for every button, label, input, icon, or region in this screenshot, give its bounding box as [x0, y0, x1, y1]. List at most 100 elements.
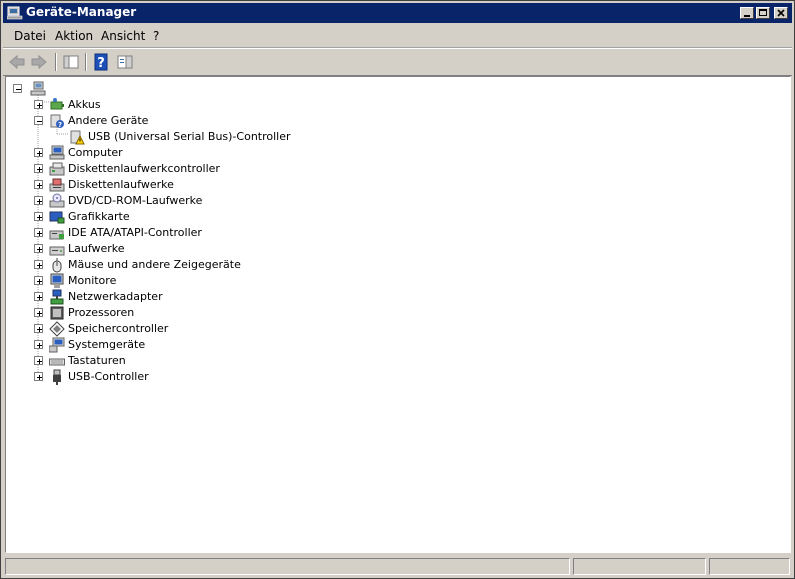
tree-node-label[interactable]: Speichercontroller	[68, 322, 168, 335]
keyboard-icon	[49, 358, 65, 366]
tree-node-label[interactable]: Diskettenlaufwerkcontroller	[68, 162, 220, 175]
tree-node-label[interactable]: USB (Universal Serial Bus)-Controller	[88, 130, 291, 143]
menu-aktion[interactable]: Aktion	[55, 29, 93, 43]
display-adapter-icon	[49, 211, 65, 224]
tree-category-node[interactable]: ? Andere Geräte	[6, 113, 506, 129]
expand-toggle[interactable]	[34, 308, 43, 317]
show-hide-tree-button[interactable]	[61, 53, 81, 71]
minimize-button[interactable]	[740, 7, 754, 19]
expand-toggle[interactable]	[34, 164, 43, 173]
disk-drive-icon	[49, 246, 65, 256]
plus-icon	[37, 311, 42, 316]
close-button[interactable]	[774, 7, 788, 19]
floppy-controller-icon	[49, 162, 65, 176]
tree-category-node[interactable]: Laufwerke	[6, 241, 506, 257]
collapse-toggle[interactable]	[13, 84, 22, 93]
help-button[interactable]: ?	[91, 53, 111, 71]
expand-toggle[interactable]	[34, 340, 43, 349]
tree-node-label[interactable]: Monitore	[68, 274, 116, 287]
tree-category-node[interactable]: DVD/CD-ROM-Laufwerke	[6, 193, 506, 209]
floppy-drive-icon	[49, 178, 65, 192]
tree-category-node[interactable]: Netzwerkadapter	[6, 289, 506, 305]
cdrom-icon	[49, 193, 65, 208]
tree-node-label[interactable]: Diskettenlaufwerke	[68, 178, 174, 191]
tree-category-node[interactable]: Diskettenlaufwerke	[6, 177, 506, 193]
plus-icon	[37, 231, 42, 236]
status-bar	[3, 556, 792, 576]
expand-toggle[interactable]	[34, 244, 43, 253]
tree-node-label[interactable]: Tastaturen	[68, 354, 126, 367]
tree-node-label[interactable]: Netzwerkadapter	[68, 290, 163, 303]
properties-view-button[interactable]	[115, 53, 135, 71]
expand-toggle[interactable]	[34, 292, 43, 301]
tree-category-node[interactable]: Mäuse und andere Zeigegeräte	[6, 257, 506, 273]
show-hide-tree-icon	[63, 55, 79, 69]
tree-category-node[interactable]: Grafikkarte	[6, 209, 506, 225]
tree-category-node[interactable]: IDE ATA/ATAPI-Controller	[6, 225, 506, 241]
expand-toggle[interactable]	[34, 324, 43, 333]
status-panel-main	[5, 558, 570, 575]
expand-toggle[interactable]	[34, 196, 43, 205]
tree-node-label[interactable]: Computer	[68, 146, 123, 159]
processor-icon	[50, 306, 64, 320]
mouse-icon	[52, 258, 62, 273]
forward-button[interactable]	[29, 53, 49, 71]
tree-category-node[interactable]: Computer	[6, 145, 506, 161]
tree-category-node[interactable]: Monitore	[6, 273, 506, 289]
tree-node-label[interactable]: IDE ATA/ATAPI-Controller	[68, 226, 202, 239]
plus-icon	[37, 295, 42, 300]
tree-node-label[interactable]: USB-Controller	[68, 370, 149, 383]
expand-toggle[interactable]	[34, 212, 43, 221]
tree-category-node[interactable]: Systemgeräte	[6, 337, 506, 353]
toolbar-separator	[55, 53, 57, 71]
tree-node-label[interactable]: Laufwerke	[68, 242, 125, 255]
collapse-toggle[interactable]	[34, 116, 43, 125]
tree-category-node[interactable]: Tastaturen	[6, 353, 506, 369]
tree-category-node[interactable]: Speichercontroller	[6, 321, 506, 337]
maximize-button[interactable]	[756, 7, 770, 19]
expand-toggle[interactable]	[34, 356, 43, 365]
usb-icon	[53, 369, 61, 385]
maximize-icon	[759, 9, 767, 16]
tree-node-label[interactable]: DVD/CD-ROM-Laufwerke	[68, 194, 202, 207]
tree-node-label[interactable]: Prozessoren	[68, 306, 134, 319]
tree-child-node[interactable]: USB (Universal Serial Bus)-Controller	[6, 129, 506, 145]
monitor-icon	[50, 273, 64, 288]
device-tree-panel[interactable]: Akkus ? Andere Geräte USB (Universal Serial…	[5, 76, 791, 553]
tree-category-node[interactable]: Diskettenlaufwerkcontroller	[6, 161, 506, 177]
tree-root-node[interactable]	[13, 81, 53, 97]
tree-category-node[interactable]: Akkus	[6, 97, 506, 113]
tree-node-label[interactable]: Mäuse und andere Zeigegeräte	[68, 258, 241, 271]
plus-icon	[37, 327, 42, 332]
tree-node-label[interactable]: Systemgeräte	[68, 338, 145, 351]
expand-toggle[interactable]	[34, 180, 43, 189]
title-bar[interactable]: Geräte-Manager	[3, 3, 792, 23]
plus-icon	[37, 343, 42, 348]
menu-help[interactable]: ?	[153, 29, 159, 43]
expand-toggle[interactable]	[34, 260, 43, 269]
expand-toggle[interactable]	[34, 276, 43, 285]
menu-bar: Datei Aktion Ansicht ?	[3, 25, 792, 48]
tree-node-label[interactable]: Andere Geräte	[68, 114, 148, 127]
expand-toggle[interactable]	[34, 100, 43, 109]
status-panel-3	[709, 558, 790, 575]
menu-ansicht[interactable]: Ansicht	[101, 29, 145, 43]
warning-device-icon	[70, 130, 85, 145]
svg-text:?: ?	[97, 56, 105, 71]
plus-icon	[37, 247, 42, 252]
expand-toggle[interactable]	[34, 228, 43, 237]
battery-icon	[50, 98, 64, 110]
tree-category-node[interactable]: Prozessoren	[6, 305, 506, 321]
menu-datei[interactable]: Datei	[14, 29, 46, 43]
back-button[interactable]	[7, 53, 27, 71]
plus-icon	[37, 103, 42, 108]
tree-node-label[interactable]: Akkus	[68, 98, 101, 111]
help-icon: ?	[94, 53, 108, 71]
plus-icon	[37, 359, 42, 364]
expand-toggle[interactable]	[34, 148, 43, 157]
forward-arrow-icon	[31, 54, 47, 70]
tree-node-label[interactable]: Grafikkarte	[68, 210, 130, 223]
tree-category-node[interactable]: USB-Controller	[6, 369, 506, 385]
system-device-icon	[49, 337, 65, 353]
expand-toggle[interactable]	[34, 372, 43, 381]
